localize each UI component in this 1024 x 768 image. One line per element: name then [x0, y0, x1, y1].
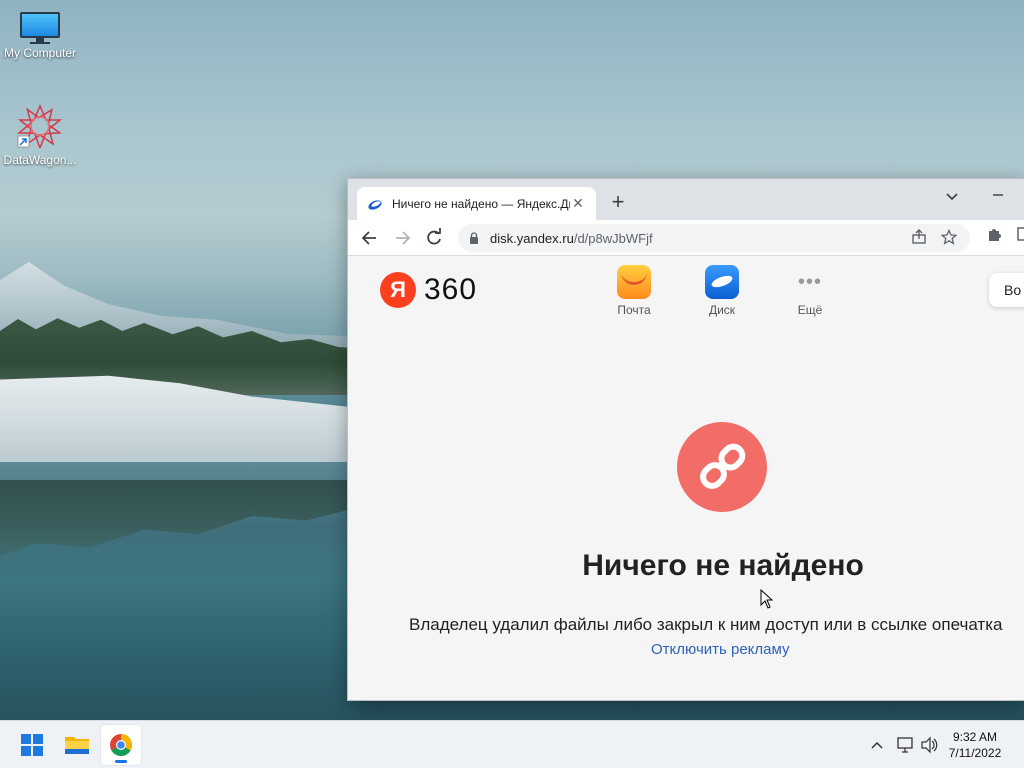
mouse-cursor-icon [760, 589, 774, 609]
network-button[interactable] [896, 721, 914, 768]
taskbar: 9:32 AM 7/11/2022 [0, 720, 1024, 768]
network-icon [897, 737, 913, 753]
desktop-icon-datawagon[interactable]: DataWagon... [0, 104, 80, 167]
forward-button[interactable] [390, 226, 414, 250]
url-text: disk.yandex.ru/d/p8wJbWFjf [490, 231, 900, 246]
service-label: Ещё [797, 303, 823, 317]
minimize-button[interactable] [978, 183, 1018, 207]
url-host: disk.yandex.ru [490, 230, 574, 246]
reload-icon [427, 228, 441, 245]
service-disk[interactable]: Диск [692, 265, 752, 317]
error-title: Ничего не найдено [582, 549, 864, 582]
lock-icon [470, 232, 478, 244]
error-description: Владелец удалил файлы либо закрыл к ним … [409, 615, 1003, 634]
desktop-icon-my-computer[interactable]: My Computer [0, 12, 80, 60]
start-button[interactable] [12, 725, 52, 765]
tray-overflow-button[interactable] [869, 721, 885, 768]
chevron-down-icon[interactable] [940, 185, 964, 209]
active-indicator [115, 760, 127, 763]
disk-icon [705, 265, 739, 299]
disable-ads-link[interactable]: Отключить рекламу [651, 641, 789, 658]
service-more[interactable]: ••• Ещё [780, 265, 840, 317]
service-mail[interactable]: Почта [604, 265, 664, 317]
folder-icon [65, 737, 89, 754]
clock-date: 7/11/2022 [948, 746, 1002, 760]
side-panel-icon[interactable] [1012, 226, 1024, 250]
service-label: Диск [708, 303, 736, 317]
arrow-right-icon [396, 231, 411, 245]
yandex-logo-360: 360 [424, 273, 478, 306]
chrome-taskbar-button[interactable] [101, 725, 141, 765]
yandex-360-logo[interactable]: Я 360 [380, 272, 477, 308]
desktop-icon-label: My Computer [3, 46, 77, 60]
yandex-logo-letter: Я [380, 272, 416, 308]
url-path: /d/p8wJbWFjf [573, 230, 653, 246]
tab-title: Ничего не найдено — Яндекс.Диск [392, 196, 570, 211]
chrome-icon [110, 734, 132, 756]
bookmark-star-icon[interactable] [938, 228, 960, 248]
extensions-icon[interactable] [982, 226, 1006, 250]
reload-button[interactable] [422, 226, 446, 250]
tab-strip: Ничего не найдено — Яндекс.Диск ✕ + [348, 179, 1024, 220]
mail-icon [617, 265, 651, 299]
close-icon[interactable]: ✕ [570, 195, 586, 212]
browser-tab[interactable]: Ничего не найдено — Яндекс.Диск ✕ [357, 187, 596, 220]
chevron-up-icon [871, 741, 883, 749]
login-button[interactable]: Во [989, 273, 1024, 307]
yandex-disk-icon [368, 199, 382, 210]
windows-logo-icon [21, 734, 43, 756]
new-tab-button[interactable]: + [606, 191, 630, 215]
browser-toolbar: disk.yandex.ru/d/p8wJbWFjf [348, 220, 1024, 256]
file-explorer-button[interactable] [57, 725, 97, 765]
datawagon-icon [16, 104, 63, 151]
more-icon: ••• [797, 271, 822, 293]
computer-icon [18, 12, 62, 44]
clock-time: 9:32 AM [952, 730, 998, 744]
desktop-icon-label: DataWagon... [3, 153, 77, 167]
service-label: Почта [617, 303, 651, 317]
share-icon[interactable] [908, 228, 930, 248]
back-button[interactable] [358, 226, 382, 250]
taskbar-clock[interactable]: 9:32 AM 7/11/2022 [935, 729, 1015, 761]
page-content: Я 360 Почта Диск ••• Ещё Во Ничего не на… [348, 257, 1024, 700]
address-bar[interactable]: disk.yandex.ru/d/p8wJbWFjf [458, 224, 970, 252]
broken-link-icon [677, 422, 767, 512]
arrow-left-icon [361, 231, 376, 245]
browser-window: Ничего не найдено — Яндекс.Диск ✕ + disk… [347, 178, 1024, 701]
